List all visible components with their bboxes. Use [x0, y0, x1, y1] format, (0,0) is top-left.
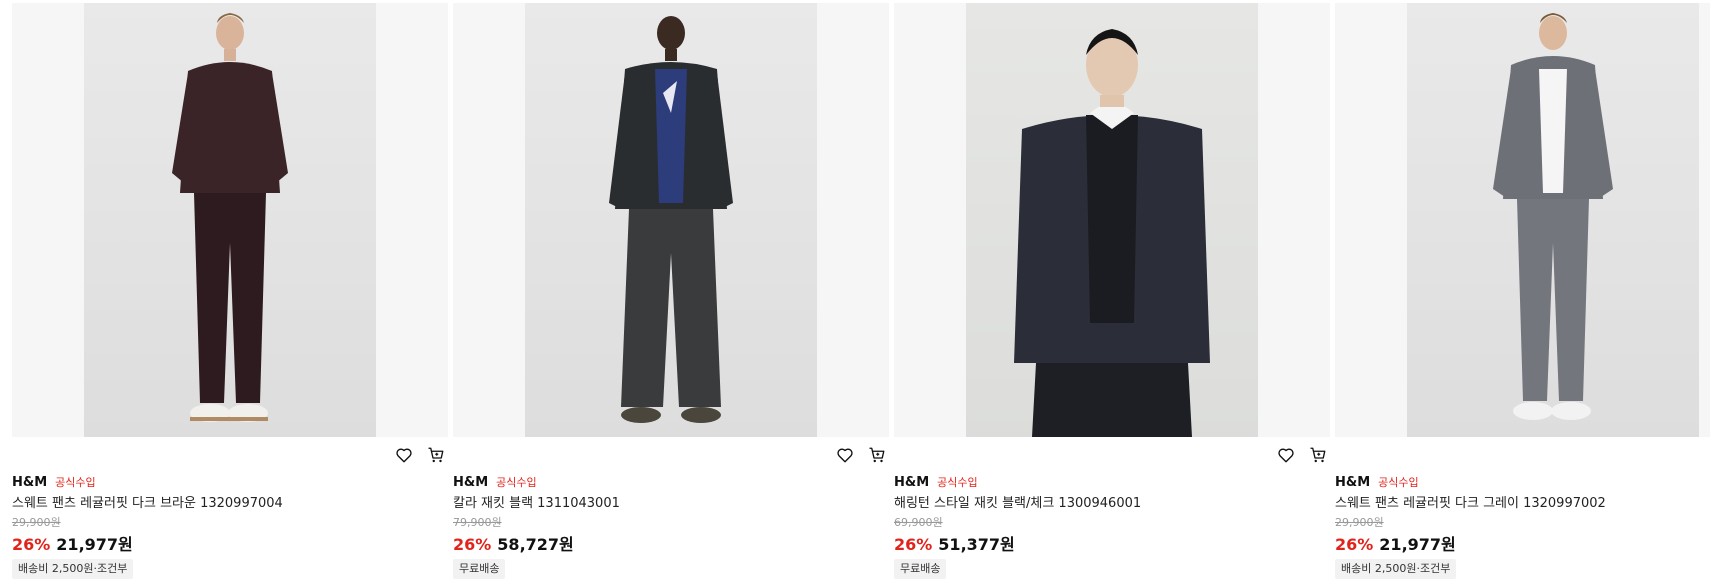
- cart-icon[interactable]: [865, 443, 889, 467]
- model-figure: [1493, 13, 1613, 420]
- discount-rate: 26%: [453, 535, 492, 554]
- shipping-badge: 배송비 2,500원·조건부: [12, 559, 134, 579]
- product-photo: [966, 3, 1258, 437]
- discount-rate: 26%: [12, 535, 51, 554]
- model-figure: [172, 13, 288, 422]
- official-import-badge: 공식수입: [496, 476, 537, 489]
- product-image[interactable]: [1335, 3, 1710, 437]
- discount-rate: 26%: [1335, 535, 1374, 554]
- discount-rate: 26%: [894, 535, 933, 554]
- product-card[interactable]: H&M 공식수입 칼라 재킷 블랙 1311043001 79,900원 26%…: [453, 3, 889, 583]
- brand-name: H&M: [1335, 474, 1371, 490]
- shipping-badge: 무료배송: [894, 559, 947, 579]
- brand-name: H&M: [894, 474, 930, 490]
- brand-name: H&M: [453, 474, 489, 490]
- product-name[interactable]: 칼라 재킷 블랙 1311043001: [453, 495, 889, 513]
- heart-icon[interactable]: [833, 443, 857, 467]
- cart-icon[interactable]: [424, 443, 448, 467]
- product-name[interactable]: 스웨트 팬츠 레귤러핏 다크 브라운 1320997004: [12, 495, 448, 513]
- sale-price: 58,727원: [497, 535, 574, 554]
- official-import-badge: 공식수입: [1378, 476, 1419, 489]
- official-import-badge: 공식수입: [937, 476, 978, 489]
- product-card[interactable]: H&M 공식수입 스웨트 팬츠 레귤러핏 다크 그레이 1320997002 2…: [1335, 3, 1710, 583]
- sale-price: 21,977원: [1379, 535, 1456, 554]
- card-actions: [1274, 443, 1330, 467]
- product-info: H&M 공식수입 칼라 재킷 블랙 1311043001 79,900원 26%…: [453, 473, 889, 579]
- heart-icon[interactable]: [1274, 443, 1298, 467]
- product-image[interactable]: [453, 3, 889, 437]
- sale-price: 51,377원: [938, 535, 1015, 554]
- product-grid: H&M 공식수입 스웨트 팬츠 레귤러핏 다크 브라운 1320997004 2…: [0, 0, 1710, 587]
- heart-icon[interactable]: [392, 443, 416, 467]
- cart-icon[interactable]: [1306, 443, 1330, 467]
- original-price: 69,900원: [894, 516, 943, 529]
- product-card[interactable]: H&M 공식수입 해링턴 스타일 재킷 블랙/체크 1300946001 69,…: [894, 3, 1330, 583]
- product-photo: [1407, 3, 1699, 437]
- product-name[interactable]: 해링턴 스타일 재킷 블랙/체크 1300946001: [894, 495, 1330, 513]
- card-actions: [833, 443, 889, 467]
- card-actions: [392, 443, 448, 467]
- official-import-badge: 공식수입: [55, 476, 96, 489]
- original-price: 29,900원: [12, 516, 61, 529]
- product-info: H&M 공식수입 스웨트 팬츠 레귤러핏 다크 그레이 1320997002 2…: [1335, 473, 1710, 579]
- sale-price: 21,977원: [56, 535, 133, 554]
- product-image[interactable]: [894, 3, 1330, 437]
- product-photo: [525, 3, 817, 437]
- model-figure: [1014, 29, 1210, 437]
- product-card[interactable]: H&M 공식수입 스웨트 팬츠 레귤러핏 다크 브라운 1320997004 2…: [12, 3, 448, 583]
- original-price: 79,900원: [453, 516, 502, 529]
- product-image[interactable]: [12, 3, 448, 437]
- product-info: H&M 공식수입 해링턴 스타일 재킷 블랙/체크 1300946001 69,…: [894, 473, 1330, 579]
- product-info: H&M 공식수입 스웨트 팬츠 레귤러핏 다크 브라운 1320997004 2…: [12, 473, 448, 579]
- brand-name: H&M: [12, 474, 48, 490]
- model-figure: [609, 16, 733, 423]
- product-name[interactable]: 스웨트 팬츠 레귤러핏 다크 그레이 1320997002: [1335, 495, 1710, 513]
- shipping-badge: 무료배송: [453, 559, 506, 579]
- shipping-badge: 배송비 2,500원·조건부: [1335, 559, 1457, 579]
- product-photo: [84, 3, 376, 437]
- original-price: 29,900원: [1335, 516, 1384, 529]
